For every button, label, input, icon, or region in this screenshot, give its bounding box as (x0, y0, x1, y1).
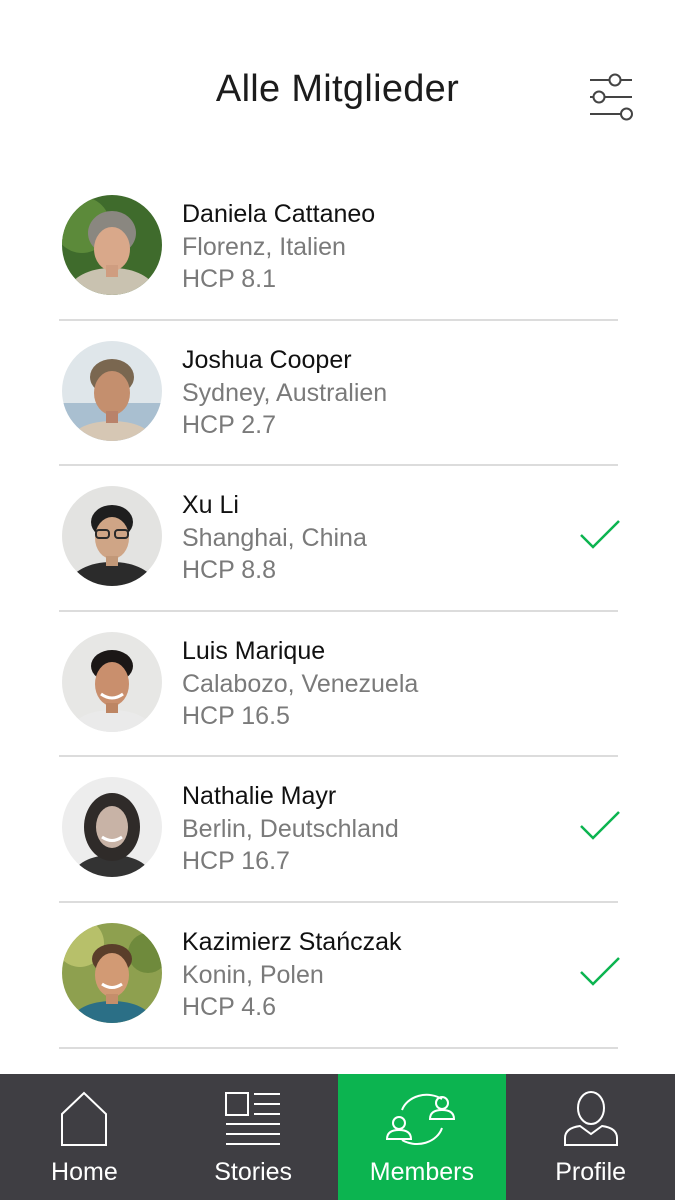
nav-home[interactable]: Home (0, 1074, 169, 1200)
avatar (62, 340, 162, 441)
member-name: Joshua Cooper (182, 345, 352, 374)
sliders-icon (590, 73, 633, 121)
member-info: Kazimierz Stańczak Konin, Polen HCP 4.6 (182, 925, 402, 1023)
member-location: Konin, Polen (182, 960, 324, 989)
avatar (62, 486, 162, 587)
avatar (62, 631, 162, 732)
member-hcp: HCP 16.7 (182, 847, 290, 876)
member-row[interactable]: Xu Li Shanghai, China HCP 8.8 (0, 466, 675, 612)
member-location: Berlin, Deutschland (182, 815, 399, 844)
member-row[interactable]: Joshua Cooper Sydney, Australien HCP 2.7 (0, 321, 675, 467)
app-screen: Alle Mitglieder Daniela Cattaneo Florenz… (0, 0, 675, 1200)
member-hcp: HCP 8.1 (182, 265, 277, 293)
member-name: Luis Marique (182, 636, 326, 665)
member-row[interactable]: Nathalie Mayr Berlin, Deutschland HCP 16… (0, 757, 675, 903)
member-info: Luis Marique Calabozo, Venezuela HCP 16.… (182, 634, 418, 732)
members-icon (385, 1093, 455, 1146)
member-hcp: HCP 8.8 (182, 556, 277, 585)
checkmark-icon (580, 811, 620, 841)
member-name: Xu Li (182, 491, 239, 520)
member-info: Nathalie Mayr Berlin, Deutschland HCP 16… (182, 779, 399, 877)
member-name: Kazimierz Stańczak (182, 927, 402, 956)
header: Alle Mitglieder (0, 0, 675, 175)
member-info: Xu Li Shanghai, China HCP 8.8 (182, 488, 367, 586)
nav-label: Profile (555, 1158, 627, 1186)
member-location: Sydney, Australien (182, 378, 388, 407)
nav-members[interactable]: Members (337, 1074, 507, 1200)
nav-label: Stories (214, 1158, 293, 1186)
page-title: Alle Mitglieder (215, 68, 460, 110)
nav-profile[interactable]: Profile (506, 1074, 675, 1200)
filter-button[interactable] (580, 70, 644, 126)
member-location: Florenz, Italien (182, 233, 346, 261)
checkmark-icon (580, 520, 620, 549)
member-row[interactable]: Kazimierz Stańczak Konin, Polen HCP 4.6 (0, 903, 675, 1049)
nav-stories[interactable]: Stories (169, 1074, 338, 1200)
member-info: Joshua Cooper Sydney, Australien HCP 2.7 (182, 343, 387, 441)
member-hcp: HCP 2.7 (182, 410, 277, 439)
member-row[interactable]: Luis Marique Calabozo, Venezuela HCP 16.… (0, 612, 675, 758)
nav-label: Home (51, 1158, 118, 1186)
member-info: Daniela Cattaneo Florenz, Italien HCP 8.… (182, 197, 375, 295)
member-location: Calabozo, Venezuela (182, 669, 419, 698)
member-list: Daniela Cattaneo Florenz, Italien HCP 8.… (0, 175, 675, 1049)
avatar (62, 195, 162, 295)
member-row[interactable]: Daniela Cattaneo Florenz, Italien HCP 8.… (0, 175, 675, 321)
member-location: Shanghai, China (182, 524, 367, 553)
avatar (62, 922, 162, 1023)
checkmark-icon (580, 957, 620, 986)
member-hcp: HCP 16.5 (182, 701, 290, 730)
member-hcp: HCP 4.6 (182, 992, 277, 1021)
nav-label: Members (369, 1158, 474, 1186)
profile-icon (563, 1091, 618, 1146)
bottom-nav: Home Stories Members Profile (0, 1074, 675, 1200)
avatar (62, 777, 162, 878)
home-icon (61, 1091, 108, 1146)
member-name: Nathalie Mayr (182, 782, 337, 811)
member-name: Daniela Cattaneo (182, 200, 376, 228)
stories-icon (225, 1092, 281, 1145)
